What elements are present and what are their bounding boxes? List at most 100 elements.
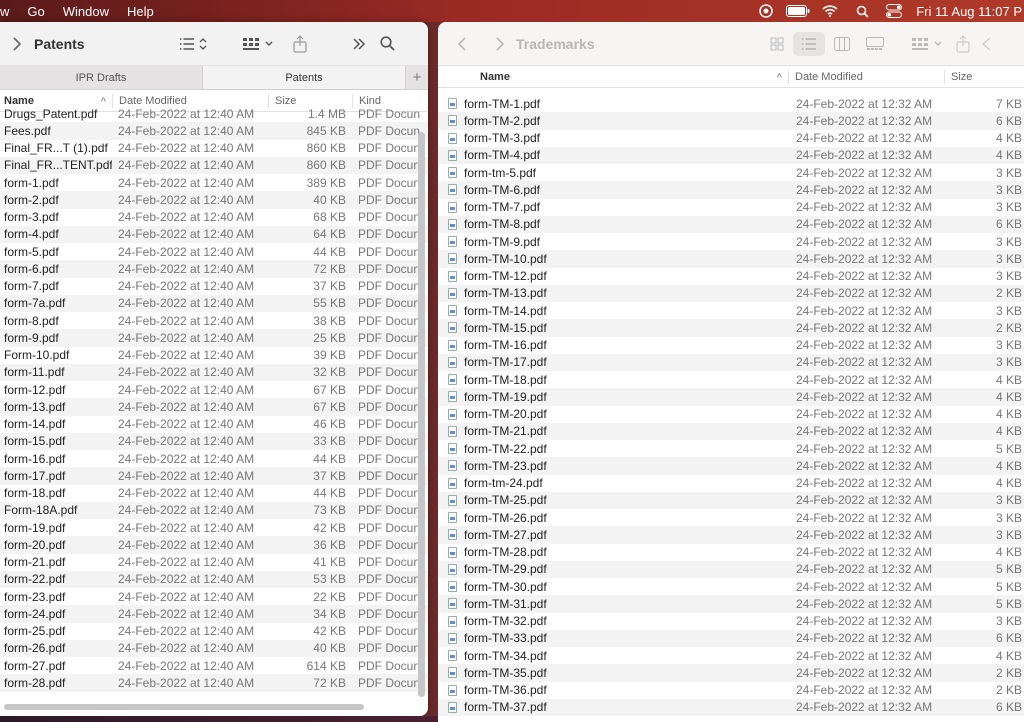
column-name[interactable]: Name ^ <box>438 70 788 84</box>
table-row[interactable]: form-3.pdf 24-Feb-2022 at 12:40 AM 68 KB PD… <box>0 209 428 226</box>
table-row[interactable]: form-TM-8.pdf 24-Feb-2022 at 12:32 AM 6 KB <box>438 215 1024 233</box>
table-row[interactable]: form-9.pdf 24-Feb-2022 at 12:40 AM 25 KB PD… <box>0 329 428 347</box>
menubar-clock[interactable]: Fri 11 Aug 11:07 P <box>910 4 1024 19</box>
table-row[interactable]: Final_FR...T (1).pdf 24-Feb-2022 at 12:40… <box>0 140 428 157</box>
menu-help[interactable]: Help <box>118 4 163 19</box>
table-row[interactable]: form-18.pdf 24-Feb-2022 at 12:40 AM 44 KB P… <box>0 485 428 502</box>
table-row[interactable]: form-tm-5.pdf 24-Feb-2022 at 12:32 AM 3 KB <box>438 164 1024 181</box>
table-row[interactable]: form-TM-13.pdf 24-Feb-2022 at 12:32 AM 2 K… <box>438 284 1024 302</box>
table-row[interactable]: form-TM-14.pdf 24-Feb-2022 at 12:32 AM 3 K… <box>438 302 1024 319</box>
table-row[interactable]: form-TM-34.pdf 24-Feb-2022 at 12:32 AM 4 K… <box>438 647 1024 664</box>
table-row[interactable]: form-12.pdf 24-Feb-2022 at 12:40 AM 67 KB P… <box>0 381 428 398</box>
table-row[interactable]: form-TM-28.pdf 24-Feb-2022 at 12:32 AM 4 K… <box>438 544 1024 561</box>
table-row[interactable]: form-4.pdf 24-Feb-2022 at 12:40 AM 64 KB PD… <box>0 225 428 243</box>
menu-window[interactable]: Window <box>54 4 118 19</box>
table-row[interactable]: form-TM-25.pdf 24-Feb-2022 at 12:32 AM 3 K… <box>438 491 1024 509</box>
table-row[interactable]: form-24.pdf 24-Feb-2022 at 12:40 AM 34 KB P… <box>0 605 428 623</box>
screen-record-icon[interactable] <box>750 4 782 18</box>
table-row[interactable]: form-TM-17.pdf 24-Feb-2022 at 12:32 AM 3 K… <box>438 353 1024 371</box>
battery-icon[interactable] <box>782 5 814 17</box>
table-row[interactable]: form-6.pdf 24-Feb-2022 at 12:40 AM 72 KB PD… <box>0 260 428 278</box>
table-row[interactable]: form-8.pdf 24-Feb-2022 at 12:40 AM 38 KB PD… <box>0 312 428 329</box>
table-row[interactable]: form-TM-35.pdf 24-Feb-2022 at 12:32 AM 2 K… <box>438 664 1024 682</box>
list-view-icon[interactable] <box>792 31 825 56</box>
search-icon[interactable] <box>377 36 399 51</box>
table-row[interactable]: form-tm-24.pdf 24-Feb-2022 at 12:32 AM 4 K… <box>438 475 1024 492</box>
column-view-icon[interactable] <box>825 36 859 51</box>
table-row[interactable]: form-5.pdf 24-Feb-2022 at 12:40 AM 44 KB PD… <box>0 243 428 260</box>
table-row[interactable]: Form-18A.pdf 24-Feb-2022 at 12:40 AM 73 KB… <box>0 501 428 519</box>
table-row[interactable]: form-17.pdf 24-Feb-2022 at 12:40 AM 37 KB P… <box>0 467 428 485</box>
tab-patents[interactable]: Patents <box>203 66 406 89</box>
table-row[interactable]: form-23.pdf 24-Feb-2022 at 12:40 AM 22 KB P… <box>0 588 428 605</box>
table-row[interactable]: form-11.pdf 24-Feb-2022 at 12:40 AM 32 KB P… <box>0 363 428 381</box>
more-chevron-icon[interactable] <box>349 37 369 50</box>
table-row[interactable]: form-TM-36.pdf 24-Feb-2022 at 12:32 AM 2 K… <box>438 682 1024 699</box>
table-row[interactable]: form-TM-23.pdf 24-Feb-2022 at 12:32 AM 4 K… <box>438 457 1024 475</box>
table-row[interactable]: form-TM-22.pdf 24-Feb-2022 at 12:32 AM 5 K… <box>438 440 1024 457</box>
table-row[interactable]: form-19.pdf 24-Feb-2022 at 12:40 AM 42 KB P… <box>0 519 428 536</box>
forward-chevron-icon[interactable] <box>486 36 514 51</box>
tag-icon[interactable] <box>979 37 993 51</box>
table-row[interactable]: form-7a.pdf 24-Feb-2022 at 12:40 AM 55 KB P… <box>0 294 428 312</box>
table-row[interactable]: form-TM-19.pdf 24-Feb-2022 at 12:32 AM 4 K… <box>438 388 1024 406</box>
table-row[interactable]: form-TM-31.pdf 24-Feb-2022 at 12:32 AM 5 K… <box>438 595 1024 613</box>
forward-chevron-icon[interactable] <box>0 36 34 51</box>
table-row[interactable]: form-21.pdf 24-Feb-2022 at 12:40 AM 41 KB P… <box>0 554 428 571</box>
table-row[interactable]: form-TM-20.pdf 24-Feb-2022 at 12:32 AM 4 K… <box>438 406 1024 423</box>
table-row[interactable]: form-7.pdf 24-Feb-2022 at 12:40 AM 37 KB PD… <box>0 278 428 295</box>
table-row[interactable]: Form-10.pdf 24-Feb-2022 at 12:40 AM 39 KB P… <box>0 347 428 364</box>
table-row[interactable]: form-15.pdf 24-Feb-2022 at 12:40 AM 33 KB P… <box>0 432 428 450</box>
group-grid-icon[interactable] <box>909 37 945 51</box>
table-row[interactable]: form-TM-30.pdf 24-Feb-2022 at 12:32 AM 5 K… <box>438 578 1024 595</box>
table-row[interactable]: form-TM-7.pdf 24-Feb-2022 at 12:32 AM 3 KB <box>438 199 1024 216</box>
gallery-view-icon[interactable] <box>859 36 891 51</box>
table-row[interactable]: form-TM-37.pdf 24-Feb-2022 at 12:32 AM 6 K… <box>438 698 1024 716</box>
table-row[interactable]: form-TM-26.pdf 24-Feb-2022 at 12:32 AM 3 K… <box>438 509 1024 526</box>
table-row[interactable]: form-TM-27.pdf 24-Feb-2022 at 12:32 AM 3 K… <box>438 526 1024 544</box>
table-row[interactable]: form-TM-4.pdf 24-Feb-2022 at 12:32 AM 4 KB <box>438 146 1024 164</box>
group-grid-icon[interactable] <box>239 37 277 51</box>
tab-ipr-drafts[interactable]: IPR Drafts <box>0 66 203 89</box>
vertical-scrollbar[interactable] <box>418 132 425 697</box>
table-row[interactable]: form-14.pdf 24-Feb-2022 at 12:40 AM 46 KB P… <box>0 416 428 433</box>
control-center-icon[interactable] <box>878 4 910 18</box>
table-row[interactable]: form-TM-6.pdf 24-Feb-2022 at 12:32 AM 3 KB <box>438 181 1024 199</box>
table-row[interactable]: form-TM-21.pdf 24-Feb-2022 at 12:32 AM 4 K… <box>438 422 1024 440</box>
table-row[interactable]: Final_FR...TENT.pdf 24-Feb-2022 at 12:40 … <box>0 156 428 174</box>
table-row[interactable]: form-TM-10.pdf 24-Feb-2022 at 12:32 AM 3 K… <box>438 250 1024 268</box>
column-size[interactable]: Size <box>944 69 1024 84</box>
table-row[interactable]: form-13.pdf 24-Feb-2022 at 12:40 AM 67 KB P… <box>0 398 428 416</box>
new-tab-plus-icon[interactable]: + <box>406 66 428 89</box>
table-row[interactable]: form-27.pdf 24-Feb-2022 at 12:40 AM 614 KB… <box>0 657 428 674</box>
table-row[interactable]: form-TM-12.pdf 24-Feb-2022 at 12:32 AM 3 K… <box>438 268 1024 285</box>
table-row[interactable]: form-TM-29.pdf 24-Feb-2022 at 12:32 AM 5 K… <box>438 560 1024 578</box>
table-row[interactable]: form-TM-15.pdf 24-Feb-2022 at 12:32 AM 2 K… <box>438 319 1024 337</box>
list-view-icon[interactable] <box>177 37 211 51</box>
table-row[interactable]: form-TM-33.pdf 24-Feb-2022 at 12:32 AM 6 K… <box>438 629 1024 647</box>
table-row[interactable]: Drugs_Patent.pdf 24-Feb-2022 at 12:40 AM 1… <box>0 105 428 122</box>
table-row[interactable]: form-TM-32.pdf 24-Feb-2022 at 12:32 AM 3 K… <box>438 613 1024 630</box>
table-row[interactable]: form-28.pdf 24-Feb-2022 at 12:40 AM 72 KB P… <box>0 674 428 692</box>
table-row[interactable]: form-TM-9.pdf 24-Feb-2022 at 12:32 AM 3 KB <box>438 233 1024 250</box>
share-icon[interactable] <box>953 34 973 53</box>
table-row[interactable]: form-TM-18.pdf 24-Feb-2022 at 12:32 AM 4 K… <box>438 371 1024 388</box>
table-row[interactable]: form-TM-2.pdf 24-Feb-2022 at 12:32 AM 6 KB <box>438 112 1024 130</box>
table-row[interactable]: form-1.pdf 24-Feb-2022 at 12:40 AM 389 KB P… <box>0 174 428 191</box>
wifi-icon[interactable] <box>814 5 846 17</box>
table-row[interactable]: form-26.pdf 24-Feb-2022 at 12:40 AM 40 KB P… <box>0 639 428 657</box>
menu-go[interactable]: Go <box>18 4 53 19</box>
column-date-modified[interactable]: Date Modified <box>788 69 944 84</box>
table-row[interactable]: form-16.pdf 24-Feb-2022 at 12:40 AM 44 KB P… <box>0 450 428 467</box>
spotlight-icon[interactable] <box>846 5 878 18</box>
table-row[interactable]: form-TM-1.pdf 24-Feb-2022 at 12:32 AM 7 KB <box>438 95 1024 112</box>
menu-window-partial[interactable]: w <box>0 4 18 19</box>
icon-view-icon[interactable] <box>761 37 793 51</box>
table-row[interactable]: form-22.pdf 24-Feb-2022 at 12:40 AM 53 KB P… <box>0 570 428 588</box>
table-row[interactable]: form-TM-3.pdf 24-Feb-2022 at 12:32 AM 4 KB <box>438 130 1024 147</box>
table-row[interactable]: form-25.pdf 24-Feb-2022 at 12:40 AM 42 KB P… <box>0 623 428 640</box>
share-icon[interactable] <box>287 34 313 53</box>
table-row[interactable]: form-2.pdf 24-Feb-2022 at 12:40 AM 40 KB PD… <box>0 191 428 209</box>
back-chevron-icon[interactable] <box>438 36 486 51</box>
table-row[interactable]: form-20.pdf 24-Feb-2022 at 12:40 AM 36 KB P… <box>0 536 428 554</box>
